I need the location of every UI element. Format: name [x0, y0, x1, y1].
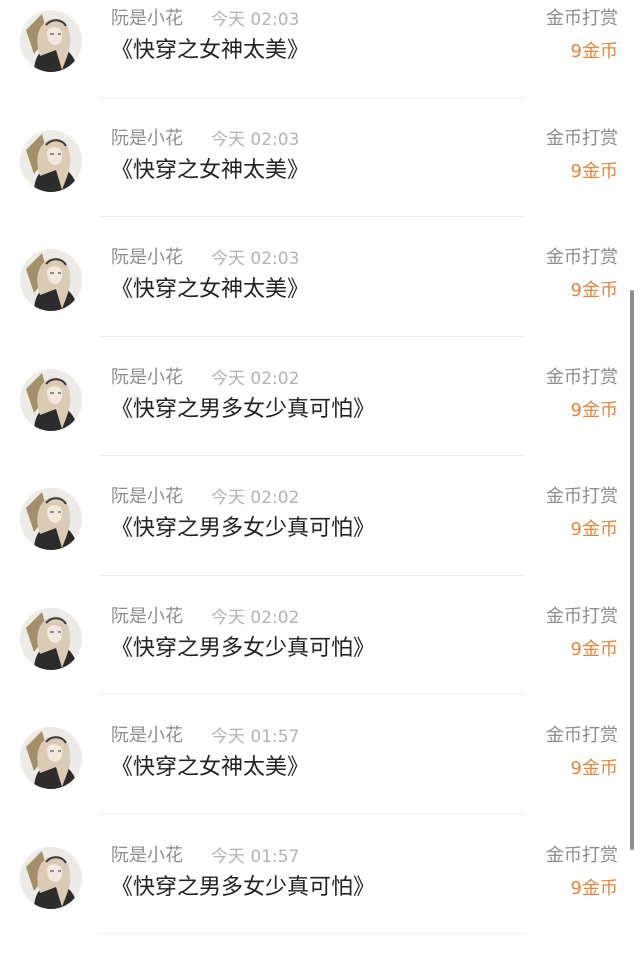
list-item[interactable]: 阮是小花 今天 01:57 《快穿之女神太美》 金币打赏 9金币 — [0, 695, 640, 815]
reward-amount: 9金币 — [570, 280, 618, 301]
user-avatar-illustration-icon — [20, 727, 82, 789]
user-avatar-illustration-icon — [20, 488, 82, 550]
list-item[interactable]: 阮是小花 今天 02:03 《快穿之女神太美》 金币打赏 9金币 — [0, 98, 640, 217]
timestamp: 今天 02:03 — [211, 10, 300, 30]
timestamp: 今天 02:02 — [211, 368, 300, 389]
avatar[interactable] — [20, 846, 82, 909]
list-item[interactable]: 阮是小花 今天 02:03 《快穿之女神太美》 金币打赏 9金币 — [0, 0, 640, 98]
reward-amount: 9金币 — [570, 160, 618, 182]
reward-list: 阮是小花 今天 02:03 《快穿之女神太美》 金币打赏 9金币 阮是小花 今天… — [0, 0, 640, 934]
book-title[interactable]: 《快穿之男多女少真可怕》 — [111, 515, 375, 543]
reward-type: 金币打赏 — [546, 605, 618, 627]
user-avatar-illustration-icon — [20, 249, 82, 311]
list-item[interactable]: 阮是小花 今天 02:03 《快穿之女神太美》 金币打赏 9金币 — [0, 217, 640, 337]
username[interactable]: 阮是小花 — [111, 486, 183, 508]
book-title[interactable]: 《快穿之女神太美》 — [111, 157, 309, 185]
username[interactable]: 阮是小花 — [111, 8, 183, 30]
username[interactable]: 阮是小花 — [111, 725, 183, 747]
timestamp: 今天 01:57 — [211, 846, 300, 867]
divider — [98, 933, 526, 934]
avatar[interactable] — [20, 10, 82, 72]
reward-type: 金币打赏 — [546, 247, 618, 268]
reward-type: 金币打赏 — [546, 366, 618, 388]
avatar[interactable] — [20, 607, 82, 670]
reward-type: 金币打赏 — [546, 486, 618, 507]
user-avatar-illustration-icon — [20, 607, 82, 670]
book-title[interactable]: 《快穿之男多女少真可怕》 — [111, 396, 375, 424]
vertical-scrollbar[interactable] — [630, 290, 634, 850]
reward-amount: 9金币 — [570, 758, 618, 779]
reward-amount: 9金币 — [570, 877, 618, 899]
username[interactable]: 阮是小花 — [111, 845, 183, 867]
list-item[interactable]: 阮是小花 今天 01:57 《快穿之男多女少真可怕》 金币打赏 9金币 — [0, 815, 640, 934]
reward-amount: 9金币 — [570, 638, 618, 660]
reward-amount: 9金币 — [570, 41, 618, 62]
user-avatar-illustration-icon — [20, 368, 82, 431]
timestamp: 今天 02:03 — [211, 129, 300, 150]
user-avatar-illustration-icon — [20, 10, 82, 72]
book-title[interactable]: 《快穿之女神太美》 — [111, 276, 309, 304]
reward-type: 金币打赏 — [546, 844, 618, 866]
username[interactable]: 阮是小花 — [111, 367, 183, 389]
timestamp: 今天 02:02 — [211, 488, 300, 508]
username[interactable]: 阮是小花 — [111, 247, 183, 269]
book-title[interactable]: 《快穿之女神太美》 — [111, 37, 309, 65]
avatar[interactable] — [20, 727, 82, 789]
timestamp: 今天 02:02 — [211, 607, 300, 628]
reward-type: 金币打赏 — [546, 725, 618, 746]
username[interactable]: 阮是小花 — [111, 606, 183, 628]
reward-type: 金币打赏 — [546, 8, 618, 29]
avatar[interactable] — [20, 129, 82, 192]
reward-type: 金币打赏 — [546, 127, 618, 149]
avatar[interactable] — [20, 488, 82, 550]
reward-amount: 9金币 — [570, 519, 618, 540]
book-title[interactable]: 《快穿之男多女少真可怕》 — [111, 635, 375, 663]
user-avatar-illustration-icon — [20, 846, 82, 909]
list-item[interactable]: 阮是小花 今天 02:02 《快穿之男多女少真可怕》 金币打赏 9金币 — [0, 337, 640, 456]
list-item[interactable]: 阮是小花 今天 02:02 《快穿之男多女少真可怕》 金币打赏 9金币 — [0, 456, 640, 576]
book-title[interactable]: 《快穿之女神太美》 — [111, 754, 309, 782]
timestamp: 今天 01:57 — [211, 727, 300, 747]
username[interactable]: 阮是小花 — [111, 128, 183, 150]
user-avatar-illustration-icon — [20, 129, 82, 192]
timestamp: 今天 02:03 — [211, 249, 300, 269]
list-item[interactable]: 阮是小花 今天 02:02 《快穿之男多女少真可怕》 金币打赏 9金币 — [0, 576, 640, 695]
avatar[interactable] — [20, 249, 82, 311]
avatar[interactable] — [20, 368, 82, 431]
book-title[interactable]: 《快穿之男多女少真可怕》 — [111, 874, 375, 902]
reward-amount: 9金币 — [570, 399, 618, 421]
